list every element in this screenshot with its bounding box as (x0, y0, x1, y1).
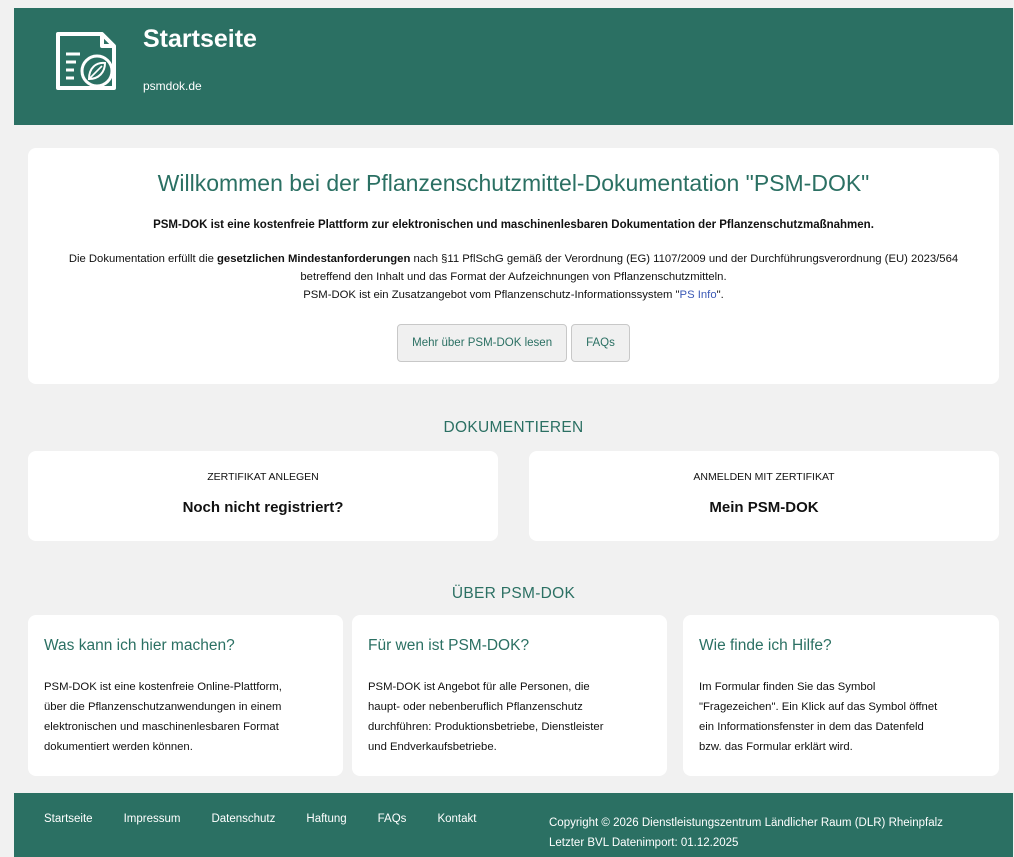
create-certificate-value: Noch nicht registriert? (182, 499, 344, 516)
info-line: elektronischen und maschinenlesbaren For… (44, 721, 279, 733)
footer-link-startseite[interactable]: Startseite (44, 813, 93, 825)
info-card-text: Im Formular finden Sie das Symbol "Frage… (699, 677, 937, 757)
login-certificate-card[interactable]: ANMELDEN MIT ZERTIFIKAT Mein PSM-DOK (529, 451, 999, 541)
copyright-text: Copyright © 2026 Dienstleistungszentrum … (549, 817, 943, 829)
info-card-title: Für wen ist PSM-DOK? (368, 637, 530, 654)
info-line: über die Pflanzenschutzanwendungen in ei… (44, 701, 282, 713)
create-certificate-label: ZERTIFIKAT ANLEGEN (207, 471, 319, 483)
footer-link-faqs[interactable]: FAQs (378, 813, 407, 825)
welcome-card: Willkommen bei der Pflanzenschutzmittel-… (28, 148, 999, 384)
info-line: und Endverkaufsbetriebe. (368, 741, 497, 753)
welcome-intro: PSM-DOK ist eine kostenfreie Plattform z… (153, 219, 874, 231)
info-card-title: Wie finde ich Hilfe? (699, 637, 832, 654)
footer-link-haftung[interactable]: Haftung (306, 813, 346, 825)
welcome-line1-text: Die Dokumentation erfüllt die (68, 253, 218, 265)
welcome-line2-text: PSM-DOK ist ein Zusatzangebot vom Pflanz… (303, 289, 680, 301)
welcome-line2-rest: ". (716, 289, 724, 301)
footer-link-datenschutz[interactable]: Datenschutz (211, 813, 275, 825)
footer-copyright: Copyright © 2026 Dienstleistungszentrum … (549, 813, 943, 853)
login-certificate-value: Mein PSM-DOK (709, 499, 819, 516)
header: Startseite psmdok.de (14, 8, 1013, 125)
info-line: Im Formular finden Sie das Symbol (699, 681, 876, 693)
footer-link-kontakt[interactable]: Kontakt (437, 813, 476, 825)
info-line: durchführen: Produktionsbetriebe, Dienst… (368, 721, 604, 733)
more-about-button[interactable]: Mehr über PSM-DOK lesen (397, 324, 568, 362)
info-line: PSM-DOK ist eine kostenfreie Online-Plat… (44, 681, 282, 693)
info-card-what: Was kann ich hier machen? PSM-DOK ist ei… (28, 615, 343, 776)
info-card-help: Wie finde ich Hilfe? Im Formular finden … (683, 615, 999, 776)
footer: Startseite Impressum Datenschutz Haftung… (14, 793, 1013, 857)
info-line: ein Informationsfenster in dem das Daten… (699, 721, 924, 733)
footer-nav: Startseite Impressum Datenschutz Haftung… (44, 813, 507, 825)
create-certificate-card[interactable]: ZERTIFIKAT ANLEGEN Noch nicht registrier… (28, 451, 498, 541)
page-title: Startseite (143, 25, 257, 53)
info-line: PSM-DOK ist Angebot für alle Personen, d… (368, 681, 590, 693)
section-title-ueber: ÜBER PSM-DOK (451, 585, 576, 602)
info-line: dokumentiert werden können. (44, 741, 193, 753)
faqs-button[interactable]: FAQs (571, 324, 630, 362)
welcome-title: Willkommen bei der Pflanzenschutzmittel-… (157, 170, 870, 196)
info-card-who: Für wen ist PSM-DOK? PSM-DOK ist Angebot… (352, 615, 667, 776)
welcome-line1-bold: gesetzlichen Mindestanforderungen (217, 253, 411, 265)
info-line: bzw. das Formular erklärt wird. (699, 741, 853, 753)
footer-link-impressum[interactable]: Impressum (124, 813, 181, 825)
info-line: "Fragezeichen". Ein Klick auf das Symbol… (699, 701, 938, 713)
welcome-buttons: Mehr über PSM-DOK lesen FAQs (28, 324, 999, 362)
document-leaf-icon[interactable] (50, 28, 126, 94)
import-date-text: Letzter BVL Datenimport: 01.12.2025 (549, 837, 739, 849)
info-card-title: Was kann ich hier machen? (44, 637, 235, 654)
info-line: haupt- oder nebenberuflich Pflanzenschut… (368, 701, 583, 713)
site-domain[interactable]: psmdok.de (143, 79, 202, 93)
welcome-description: Die Dokumentation erfüllt die gesetzlich… (48, 250, 979, 304)
page: Startseite psmdok.de Willkommen bei der … (14, 8, 1013, 857)
ps-info-link[interactable]: PS Info (680, 289, 717, 301)
info-card-text: PSM-DOK ist Angebot für alle Personen, d… (368, 677, 603, 757)
info-card-text: PSM-DOK ist eine kostenfreie Online-Plat… (44, 677, 282, 757)
section-title-dokumentieren: DOKUMENTIEREN (443, 419, 584, 436)
login-certificate-label: ANMELDEN MIT ZERTIFIKAT (693, 471, 835, 483)
